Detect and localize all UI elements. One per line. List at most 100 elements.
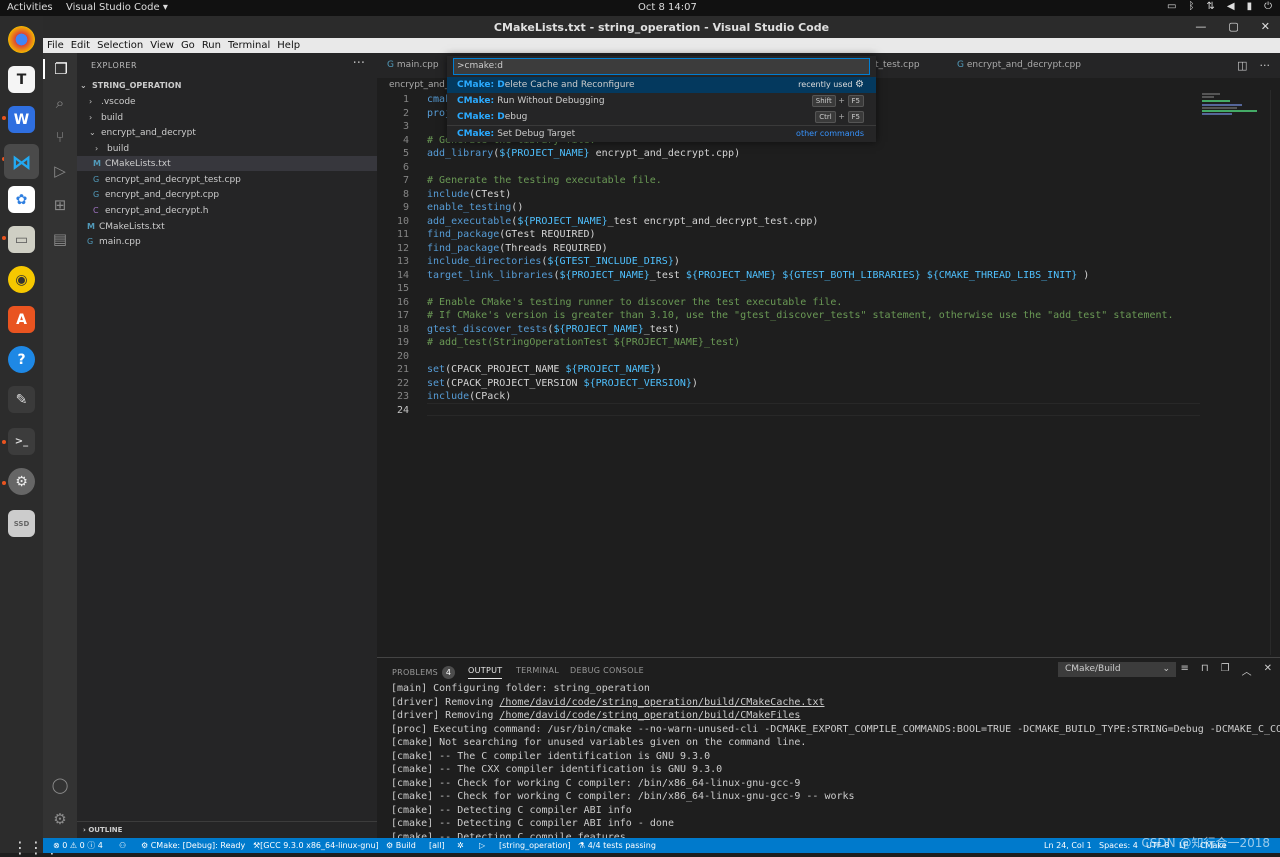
breadcrumb[interactable]: encrypt_and_d <box>389 80 455 90</box>
explorer-sidebar: EXPLORER ··· ⌄ STRING_OPERATION › .vscode … <box>77 53 377 838</box>
minimap[interactable] <box>1202 92 1262 132</box>
status-tests[interactable]: ⚗ 4/4 tests passing <box>578 838 656 853</box>
status-sync-icon[interactable]: ⚇ <box>119 838 126 853</box>
palette-item-debug[interactable]: CMake: Debug Ctrl + F5 <box>447 109 876 125</box>
settings-icon[interactable]: ⚙ <box>8 468 35 495</box>
menu-view[interactable]: View <box>150 40 174 51</box>
lock-icon[interactable]: ⊓ <box>1201 663 1209 678</box>
panel-tab-terminal[interactable]: TERMINAL <box>516 666 559 675</box>
status-cmake[interactable]: ⚙ CMake: [Debug]: Ready <box>141 838 245 853</box>
menu-help[interactable]: Help <box>277 40 300 51</box>
tree-item-encrypt-cpp[interactable]: Gencrypt_and_decrypt.cpp <box>77 187 377 202</box>
tree-item-cmakelists[interactable]: M CMakeLists.txt <box>77 219 377 234</box>
command-palette[interactable]: >cmake:d CMake: Delete Cache and Reconfi… <box>447 56 876 142</box>
menu-terminal[interactable]: Terminal <box>228 40 270 51</box>
menu-selection[interactable]: Selection <box>97 40 143 51</box>
wps-icon[interactable]: W <box>8 106 35 133</box>
panel-tab-problems[interactable]: PROBLEMS 4 <box>392 666 456 679</box>
minimize-icon[interactable]: — <box>1195 20 1206 33</box>
line-number: 4 <box>402 134 409 146</box>
tree-item-encrypt-h[interactable]: Cencrypt_and_decrypt.h <box>77 203 377 218</box>
search-icon[interactable]: ⌕ <box>50 93 70 113</box>
baidu-netdisk-icon[interactable]: ✿ <box>8 186 35 213</box>
status-spaces[interactable]: Spaces: 4 <box>1099 838 1138 853</box>
gimp-icon[interactable]: ✎ <box>8 386 35 413</box>
panel-tab-output[interactable]: OUTPUT <box>468 666 503 679</box>
output-channel-select[interactable]: CMake/Build ⌄ <box>1058 662 1176 677</box>
terminal-icon[interactable]: >_ <box>8 428 35 455</box>
maximize-icon[interactable]: ▢ <box>1228 20 1238 33</box>
tree-item-build[interactable]: › build <box>77 110 377 125</box>
activities-button[interactable]: Activities <box>7 2 53 13</box>
palette-item-set-debug-target[interactable]: CMake: Set Debug Target other commands <box>447 125 876 141</box>
code-line: gtest_discover_tests(${PROJECT_NAME}_tes… <box>427 323 680 335</box>
gear-icon[interactable]: ⚙ <box>855 79 864 90</box>
code-line: # add_test(StringOperationTest ${PROJECT… <box>427 337 741 348</box>
tab-main-cpp[interactable]: G main.cpp <box>377 53 447 78</box>
files-icon[interactable]: ▭ <box>8 226 35 253</box>
status-target[interactable]: [all] <box>429 838 445 853</box>
software-icon[interactable]: A <box>8 306 35 333</box>
menu-edit[interactable]: Edit <box>71 40 90 51</box>
tree-item-sub-cmakelists[interactable]: M CMakeLists.txt <box>77 156 377 171</box>
maximize-panel-icon[interactable]: ︿ <box>1242 663 1252 678</box>
ssd-drive-icon[interactable]: SSD <box>8 510 35 537</box>
rhythmbox-icon[interactable]: ◉ <box>8 266 35 293</box>
output-line: [cmake] -- Check for working C compiler:… <box>391 777 801 789</box>
extensions-icon[interactable]: ⊞ <box>50 195 70 215</box>
tab-encrypt-cpp[interactable]: G encrypt_and_decrypt.cpp <box>947 53 1087 78</box>
debug-icon[interactable]: ✲ <box>457 838 464 853</box>
copy-icon[interactable]: ❐ <box>1221 663 1230 678</box>
code-editor[interactable]: 1cmake_minimum_required(VERSION 3.10)2pr… <box>377 90 1280 655</box>
app-menu[interactable]: Visual Studio Code ▾ <box>66 2 168 13</box>
explorer-icon[interactable]: ❐ <box>43 59 77 79</box>
file-path-link[interactable]: /home/david/code/string_operation/build/… <box>499 710 800 721</box>
system-tray[interactable]: ▭ ᛒ ⇅ ◀ ▮ ⏻ <box>1167 1 1272 12</box>
project-root[interactable]: ⌄ STRING_OPERATION <box>77 78 377 93</box>
run-icon[interactable]: ▷ <box>479 838 485 853</box>
menu-file[interactable]: File <box>47 40 64 51</box>
status-launch-target[interactable]: [string_operation] <box>499 838 571 853</box>
output-log[interactable]: [main] Configuring folder: string_operat… <box>391 682 1280 839</box>
clear-output-icon[interactable]: ≡ <box>1180 663 1188 678</box>
menu-go[interactable]: Go <box>181 40 195 51</box>
close-panel-icon[interactable]: ✕ <box>1264 663 1272 678</box>
account-icon[interactable]: ◯ <box>50 775 70 795</box>
tree-item-test-cpp[interactable]: Gencrypt_and_decrypt_test.cpp <box>77 172 377 187</box>
status-problems[interactable]: ⊗ 0 ⚠ 0 ⓘ 4 <box>53 838 103 853</box>
help-icon[interactable]: ? <box>8 346 35 373</box>
command-palette-input[interactable]: >cmake:d <box>453 58 870 75</box>
chrome-icon[interactable] <box>8 26 35 53</box>
tree-item-sub-build[interactable]: › build <box>77 141 377 156</box>
tree-item-encrypt-folder[interactable]: ⌄ encrypt_and_decrypt <box>77 125 377 140</box>
more-actions-icon[interactable]: ··· <box>1260 59 1271 72</box>
file-path-link[interactable]: /home/david/code/string_operation/build/… <box>499 697 824 708</box>
window-title: CMakeLists.txt - string_operation - Visu… <box>493 21 830 34</box>
split-editor-icon[interactable]: ◫ <box>1237 59 1247 72</box>
status-position[interactable]: Ln 24, Col 1 <box>1044 838 1092 853</box>
status-kit[interactable]: ⚒[GCC 9.3.0 x86_64-linux-gnu] <box>253 838 379 853</box>
typora-icon[interactable]: T <box>8 66 35 93</box>
tree-item-vscode[interactable]: › .vscode <box>77 94 377 109</box>
panel-tab-debug-console[interactable]: DEBUG CONSOLE <box>570 666 644 675</box>
menu-run[interactable]: Run <box>202 40 221 51</box>
close-icon[interactable]: ✕ <box>1261 20 1270 33</box>
bottom-panel: PROBLEMS 4 OUTPUT TERMINAL DEBUG CONSOLE … <box>377 657 1280 839</box>
line-number: 2 <box>402 107 409 119</box>
editor-scrollbar[interactable] <box>1270 90 1280 655</box>
status-build[interactable]: ⚙ Build <box>386 838 416 853</box>
palette-item-run-without-debugging[interactable]: CMake: Run Without Debugging Shift + F5 <box>447 93 876 109</box>
manage-gear-icon[interactable]: ⚙ <box>50 809 70 829</box>
output-line: [cmake] -- The CXX compiler identificati… <box>391 764 723 775</box>
clock[interactable]: Oct 8 14:07 <box>638 2 697 13</box>
outline-section[interactable]: › OUTLINE <box>77 821 377 838</box>
tab-test-cpp[interactable]: t_test.cpp <box>865 53 945 78</box>
more-actions-icon[interactable]: ··· <box>353 56 365 71</box>
source-control-icon[interactable]: ⑂ <box>50 127 70 147</box>
tree-item-main-cpp[interactable]: Gmain.cpp <box>77 234 377 249</box>
run-debug-icon[interactable]: ▷ <box>50 161 70 181</box>
cmake-icon[interactable]: ▤ <box>50 229 70 249</box>
vscode-icon[interactable]: ⋈ <box>4 144 39 179</box>
palette-item-delete-cache[interactable]: CMake: Delete Cache and Reconfigure rece… <box>447 77 876 93</box>
cpp-file-icon: G <box>87 237 94 246</box>
